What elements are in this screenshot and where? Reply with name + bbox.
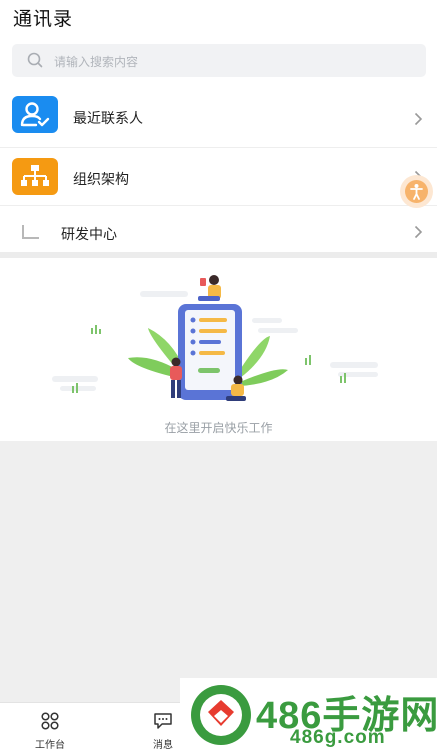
search-input[interactable]: 请输入搜索内容 xyxy=(12,44,426,77)
empty-state: 在这里开启快乐工作 xyxy=(0,258,437,441)
list-item-label: 最近联系人 xyxy=(73,110,143,126)
tree-branch-icon xyxy=(22,225,39,239)
contact-list: 最近联系人 组织架构 研发中心 xyxy=(0,90,437,258)
chevron-right-icon xyxy=(414,225,423,239)
accessibility-icon xyxy=(410,184,423,200)
list-item-label: 组织架构 xyxy=(73,171,129,187)
accessibility-float-button[interactable] xyxy=(400,175,433,208)
search-placeholder: 请输入搜索内容 xyxy=(54,55,139,69)
list-item-recent-contacts[interactable]: 最近联系人 xyxy=(0,90,437,148)
page-title: 通讯录 xyxy=(13,9,74,30)
recent-contacts-icon xyxy=(12,96,58,133)
chevron-right-icon xyxy=(414,112,423,126)
tab-workbench[interactable]: 工作台 xyxy=(20,703,80,753)
empty-state-illustration xyxy=(52,275,378,401)
org-chart-icon xyxy=(12,158,58,195)
header: 通讯录 xyxy=(0,0,437,34)
watermark: 486手游网 486g.com xyxy=(180,678,437,753)
message-icon xyxy=(154,713,172,729)
watermark-logo xyxy=(191,685,251,745)
search-icon xyxy=(27,52,43,68)
list-item-rd-center[interactable]: 研发中心 xyxy=(0,206,437,258)
search-bar: 请输入搜索内容 xyxy=(0,34,437,90)
watermark-domain: 486g.com xyxy=(290,727,386,748)
workbench-icon xyxy=(41,712,59,730)
list-item-label: 研发中心 xyxy=(61,226,117,242)
tab-label: 工作台 xyxy=(35,740,65,751)
list-item-org-chart[interactable]: 组织架构 xyxy=(0,148,437,206)
empty-state-text: 在这里开启快乐工作 xyxy=(164,421,273,435)
